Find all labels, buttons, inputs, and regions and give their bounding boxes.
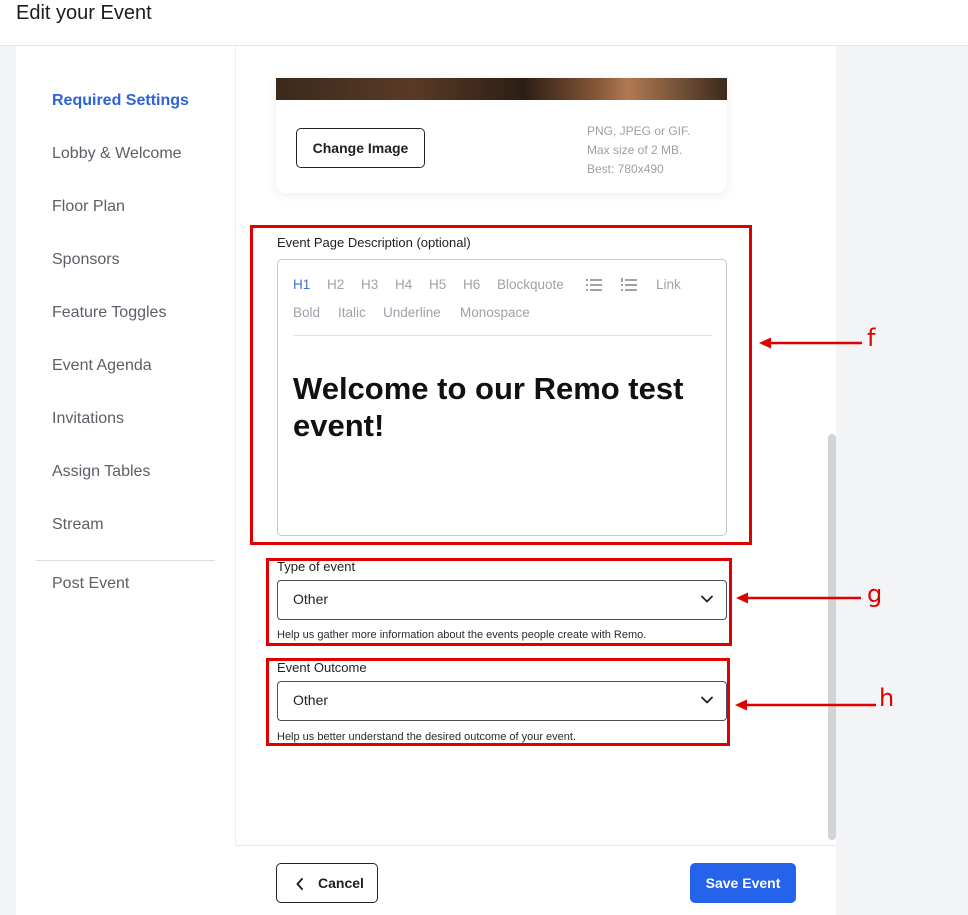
chevron-down-icon: [701, 595, 713, 603]
format-italic-button[interactable]: Italic: [338, 305, 366, 320]
sidebar-item-post-event[interactable]: Post Event: [52, 575, 129, 593]
image-format-hint: PNG, JPEG or GIF.: [587, 124, 691, 138]
description-label: Event Page Description (optional): [277, 235, 471, 250]
format-h6-button[interactable]: H6: [463, 277, 480, 292]
type-of-event-helper: Help us gather more information about th…: [277, 629, 647, 641]
format-h2-button[interactable]: H2: [327, 277, 344, 292]
chevron-down-icon: [701, 696, 713, 704]
cancel-label: Cancel: [318, 875, 364, 891]
scrollbar[interactable]: [828, 434, 836, 840]
sidebar-item-stream[interactable]: Stream: [52, 516, 104, 534]
sidebar-divider: [36, 560, 215, 561]
type-of-event-label: Type of event: [277, 559, 356, 574]
format-h5-button[interactable]: H5: [429, 277, 446, 292]
format-h3-button[interactable]: H3: [361, 277, 378, 292]
sidebar-item-lobby-welcome[interactable]: Lobby & Welcome: [52, 145, 182, 163]
event-image-card: Change Image PNG, JPEG or GIF. Max size …: [276, 78, 727, 193]
insert-link-button[interactable]: Link: [656, 277, 681, 292]
sidebar-item-event-agenda[interactable]: Event Agenda: [52, 357, 152, 375]
event-image-preview: [276, 78, 727, 100]
annotation-label-f: f: [867, 324, 876, 352]
chevron-left-icon: [296, 878, 303, 890]
sidebar-item-sponsors[interactable]: Sponsors: [52, 251, 120, 269]
format-underline-button[interactable]: Underline: [383, 305, 441, 320]
toolbar-divider: [293, 335, 712, 336]
format-h1-button[interactable]: H1: [293, 277, 310, 292]
description-content[interactable]: Welcome to our Remo test event!: [293, 370, 713, 444]
sidebar-item-feature-toggles[interactable]: Feature Toggles: [52, 304, 166, 322]
page-title: Edit your Event: [16, 2, 152, 24]
right-gutter: [836, 46, 968, 915]
event-outcome-value: Other: [293, 692, 329, 708]
annotation-label-g: g: [867, 580, 883, 608]
numbered-list-icon[interactable]: [621, 278, 637, 292]
format-blockquote-button[interactable]: Blockquote: [497, 277, 564, 292]
bullet-list-icon[interactable]: [586, 278, 602, 292]
event-outcome-label: Event Outcome: [277, 660, 367, 675]
event-outcome-select[interactable]: Other: [277, 681, 727, 721]
type-of-event-value: Other: [293, 591, 329, 607]
format-bold-button[interactable]: Bold: [293, 305, 320, 320]
cancel-button[interactable]: Cancel: [276, 863, 378, 903]
top-bar: Edit your Event: [0, 0, 968, 46]
sidebar-item-assign-tables[interactable]: Assign Tables: [52, 463, 150, 481]
sidebar-item-required-settings[interactable]: Required Settings: [52, 92, 189, 110]
sidebar-item-floor-plan[interactable]: Floor Plan: [52, 198, 125, 216]
settings-sidebar: Required Settings Lobby & Welcome Floor …: [16, 46, 235, 915]
format-h4-button[interactable]: H4: [395, 277, 412, 292]
form-footer: Cancel Save Event: [235, 845, 836, 915]
image-dimension-hint: Best: 780x490: [587, 162, 664, 176]
annotation-label-h: h: [879, 684, 895, 712]
image-requirements: PNG, JPEG or GIF. Max size of 2 MB. Best…: [587, 122, 690, 179]
format-monospace-button[interactable]: Monospace: [460, 305, 530, 320]
image-size-hint: Max size of 2 MB.: [587, 143, 683, 157]
settings-form: Change Image PNG, JPEG or GIF. Max size …: [235, 46, 836, 915]
sidebar-item-invitations[interactable]: Invitations: [52, 410, 124, 428]
left-gutter: [0, 46, 16, 915]
description-editor[interactable]: H1 H2 H3 H4 H5 H6 Blockquote Link Bold I…: [277, 259, 727, 536]
save-event-button[interactable]: Save Event: [690, 863, 796, 903]
event-outcome-helper: Help us better understand the desired ou…: [277, 731, 577, 743]
type-of-event-select[interactable]: Other: [277, 580, 727, 620]
change-image-button[interactable]: Change Image: [296, 128, 425, 168]
